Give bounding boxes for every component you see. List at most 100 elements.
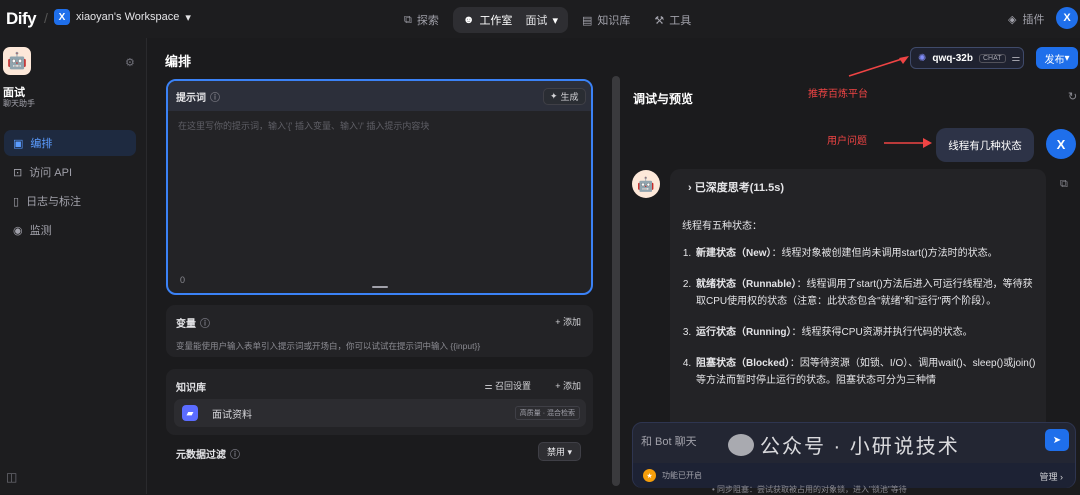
recall-settings-button[interactable]: ⚌ 召回设置	[484, 379, 531, 392]
prompt-placeholder[interactable]: 在这里写你的提示词，输入'{' 插入变量、输入'/' 插入提示内容块	[178, 119, 429, 132]
knowledge-panel: 知识库 ⚌ 召回设置 + 添加 ▰ 面试资料 高质量 · 混合检索	[166, 369, 593, 435]
add-variable-button[interactable]: + 添加	[555, 315, 581, 328]
annotation-question: 用户问题	[827, 136, 867, 147]
annotation-arrow	[884, 138, 932, 148]
user-avatar: X	[1046, 129, 1076, 159]
nav-knowledge[interactable]: ▤ 知识库	[572, 7, 640, 33]
file-icon: ▯	[13, 195, 20, 208]
workspace-switcher[interactable]: X xiaoyan's Workspace ▾	[54, 9, 191, 25]
thinking-toggle[interactable]: › 已深度思考(11.5s)	[688, 179, 784, 195]
chevron-right-icon: ›	[688, 182, 692, 194]
workspace-name: xiaoyan's Workspace	[76, 11, 180, 23]
nav-current-app[interactable]: 面试	[525, 12, 547, 28]
send-button[interactable]: ➤	[1045, 429, 1069, 451]
publish-button[interactable]: 发布 ▾	[1036, 47, 1078, 69]
app-type: 聊天助手	[3, 99, 35, 108]
sidebar-item-logs[interactable]: ▯ 日志与标注	[4, 188, 136, 214]
sliders-icon: ⚌	[1011, 52, 1021, 64]
prompt-header: 提示词 ⓘ	[168, 81, 591, 111]
chevron-down-icon: ▾	[552, 14, 558, 27]
debug-panel: ✺ qwq-32b CHAT ⚌ 发布 ▾ 推荐百炼平台 调试与预览 ↻ 用户问…	[622, 38, 1080, 494]
wrench-icon: ⚒	[654, 14, 665, 27]
sidebar-menu: ▣ 编排 ⊡ 访问 API ▯ 日志与标注 ◉ 监测	[4, 130, 136, 246]
answer-text: 线程有五种状态： 新建状态（New）：线程对象被创建但尚未调用start()方法…	[682, 218, 1038, 403]
knowledge-item-tag: 高质量 · 混合检索	[514, 406, 580, 420]
list-item: 运行状态（Running）：线程获得CPU资源并执行代码的状态。	[694, 324, 1038, 341]
scrollbar[interactable]	[612, 76, 620, 486]
user-message: 线程有几种状态	[936, 128, 1034, 162]
resize-handle[interactable]	[372, 286, 388, 288]
compass-icon: ⧉	[404, 13, 412, 26]
app-icon: 🤖	[3, 47, 31, 75]
variables-label: 变量	[176, 319, 196, 330]
wechat-icon	[728, 433, 754, 456]
plugins-button[interactable]: ◈ 插件	[1008, 11, 1044, 27]
watermark: 公众号 · 小研说技术	[728, 430, 960, 459]
add-knowledge-button[interactable]: + 添加	[555, 379, 581, 392]
answer-overflow-text: • 同步阻塞：尝试获取被占用的对象锁，进入"锁池"等待	[712, 485, 907, 494]
info-icon: ⓘ	[210, 92, 220, 104]
collapse-sidebar-icon[interactable]: ◫	[6, 470, 17, 484]
sidebar-item-api[interactable]: ⊡ 访问 API	[4, 159, 136, 185]
annotation-arrow	[848, 56, 909, 77]
chevron-down-icon: ▾	[1064, 52, 1070, 64]
info-icon: ⓘ	[200, 319, 210, 330]
folder-icon: ▰	[182, 405, 198, 421]
editor-panel: 编排 提示词 ⓘ ✦ 生成 在这里写你的提示词，输入'{' 插入变量、输入'/'…	[148, 38, 615, 494]
manage-button[interactable]: 管理 ›	[1039, 470, 1063, 483]
knowledge-label: 知识库	[176, 383, 206, 394]
bot-message: › 已深度思考(11.5s) 线程有五种状态： 新建状态（New）：线程对象被创…	[670, 169, 1046, 434]
list-item: 阻塞状态（Blocked）：因等待资源（如锁、I/O）、调用wait()、sle…	[694, 355, 1038, 389]
sidebar-item-orchestrate[interactable]: ▣ 编排	[4, 130, 136, 156]
refresh-icon[interactable]: ↻	[1068, 90, 1077, 103]
list-item: 新建状态（New）：线程对象被创建但尚未调用start()方法时的状态。	[694, 245, 1038, 262]
variables-description: 变量能使用户输入表单引入提示词或开场白，你可以试试在提示词中输入 {{input…	[176, 341, 481, 351]
sidebar-item-monitor[interactable]: ◉ 监测	[4, 217, 136, 243]
knowledge-item[interactable]: ▰ 面试资料 高质量 · 混合检索	[174, 399, 586, 427]
generate-button[interactable]: ✦ 生成	[543, 88, 586, 105]
user-avatar[interactable]: X	[1056, 7, 1078, 29]
model-tag: CHAT	[978, 53, 1006, 63]
metadata-filter-select[interactable]: 禁用 ▾	[537, 442, 581, 461]
nav-tools[interactable]: ⚒ 工具	[644, 7, 701, 33]
metadata-filter-row: 元数据过滤 ⓘ 禁用 ▾	[166, 439, 593, 463]
chevron-down-icon: ▾	[185, 11, 191, 24]
sparkle-icon: ✦	[550, 91, 558, 101]
info-icon: ⓘ	[230, 450, 240, 461]
model-name: qwq-32b	[932, 52, 973, 64]
debug-title: 调试与预览	[633, 92, 694, 106]
states-list: 新建状态（New）：线程对象被创建但尚未调用start()方法时的状态。 就绪状…	[682, 245, 1038, 389]
sidebar: 🤖 ⚙ 面试 聊天助手 ▣ 编排 ⊡ 访问 API ▯ 日志与标注 ◉ 监测 ◫	[0, 38, 147, 494]
metadata-filter-label: 元数据过滤	[176, 450, 226, 461]
char-count: 0	[180, 275, 186, 285]
gauge-icon: ◉	[13, 224, 23, 237]
annotation-model: 推荐百炼平台	[808, 89, 868, 100]
features-icon: ★	[643, 469, 656, 482]
model-icon: ✺	[918, 52, 927, 64]
top-bar: Dify / X xiaoyan's Workspace ▾ ⧉ 探索 ☻ 工作…	[0, 0, 1080, 38]
chat-input-placeholder: 和 Bot 聊天	[641, 436, 697, 448]
knowledge-item-name: 面试资料	[212, 409, 252, 421]
divider: /	[44, 10, 48, 26]
cube-icon: ◈	[1008, 13, 1017, 26]
robot-icon: ☻	[462, 14, 475, 26]
bot-avatar: 🤖	[632, 170, 660, 198]
model-selector[interactable]: ✺ qwq-32b CHAT ⚌	[910, 47, 1024, 69]
main-nav: ⧉ 探索 ☻ 工作室 面试 ▾ ▤ 知识库 ⚒ 工具	[394, 7, 701, 33]
answer-intro: 线程有五种状态：	[682, 221, 762, 232]
terminal-icon: ⊡	[13, 166, 23, 179]
nav-explore[interactable]: ⧉ 探索	[394, 7, 449, 33]
book-icon: ▤	[581, 14, 593, 27]
chevron-down-icon: ▾	[567, 447, 572, 457]
nav-studio[interactable]: ☻ 工作室 面试 ▾	[452, 7, 568, 33]
page-title: 编排	[165, 54, 192, 69]
list-item: 就绪状态（Runnable）：线程调用了start()方法后进入可运行线程池，等…	[694, 276, 1038, 310]
sliders-icon: ⚌	[484, 381, 493, 391]
copy-icon[interactable]: ⧉	[1060, 178, 1068, 191]
settings-icon[interactable]: ⚙	[125, 56, 135, 69]
dify-logo[interactable]: Dify	[6, 9, 37, 29]
workspace-badge: X	[54, 9, 70, 25]
layout-icon: ▣	[13, 137, 24, 150]
variables-panel: 变量 ⓘ + 添加 变量能使用户输入表单引入提示词或开场白，你可以试试在提示词中…	[166, 305, 593, 357]
prompt-editor[interactable]: 提示词 ⓘ ✦ 生成 在这里写你的提示词，输入'{' 插入变量、输入'/' 插入…	[166, 79, 593, 295]
